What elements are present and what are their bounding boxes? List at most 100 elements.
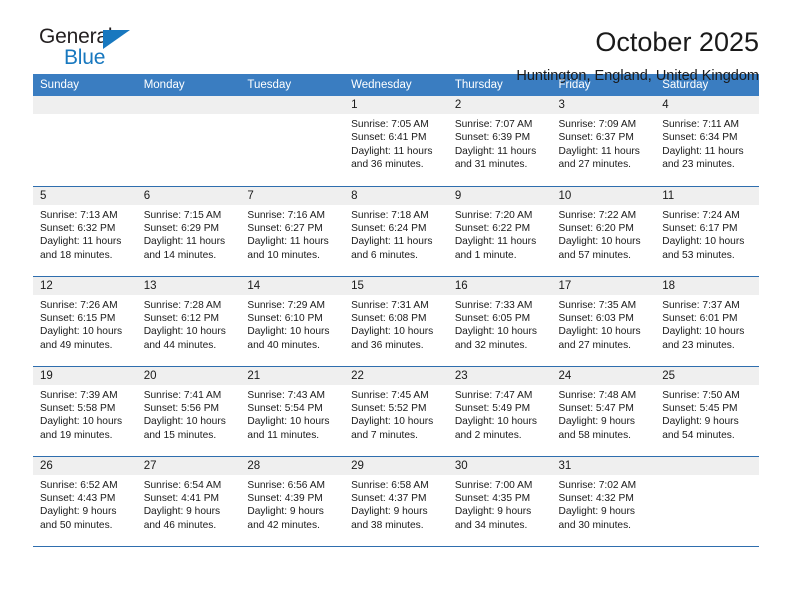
calendar-day-cell[interactable]: 26 Sunrise: 6:52 AM Sunset: 4:43 PM Dayligh… — [33, 455, 137, 546]
day-number: 31 — [551, 456, 656, 475]
sunset-text: Sunset: 6:27 PM — [247, 222, 323, 234]
calendar-day-cell[interactable]: 22 Sunrise: 7:45 AM Sunset: 5:52 PM Dayligh… — [344, 365, 448, 456]
calendar-day-cell[interactable]: 5 Sunrise: 7:13 AM Sunset: 6:32 PM Daylight… — [33, 185, 137, 276]
calendar-day-cell[interactable]: 29 Sunrise: 6:58 AM Sunset: 4:37 PM Dayligh… — [344, 455, 448, 546]
calendar-day-cell[interactable]: 3 Sunrise: 7:09 AM Sunset: 6:37 PM Daylight… — [551, 96, 656, 186]
day-details: Sunrise: 7:28 AM Sunset: 6:12 PM Daylight:… — [137, 295, 241, 353]
sunrise-text: Sunrise: 7:22 AM — [558, 209, 637, 221]
sunset-text: Sunset: 6:12 PM — [143, 312, 220, 324]
sunrise-text: Sunrise: 6:54 AM — [143, 479, 222, 491]
daylight-text: Daylight: 10 hours and 40 minutes. — [247, 326, 330, 351]
sunrise-text: Sunrise: 7:48 AM — [558, 389, 637, 401]
day-number: 6 — [136, 186, 241, 205]
daylight-text: Daylight: 10 hours and 15 minutes. — [143, 416, 226, 441]
daylight-text: Daylight: 9 hours and 50 minutes. — [40, 506, 117, 531]
calendar-page: General Blue October 2025 Huntington, En… — [0, 0, 792, 612]
calendar-day-cell[interactable]: 9 Sunrise: 7:20 AM Sunset: 6:22 PM Daylight… — [447, 185, 552, 276]
calendar-day-cell[interactable]: 21 Sunrise: 7:43 AM Sunset: 5:54 PM Dayligh… — [240, 365, 345, 456]
calendar-day-cell[interactable]: 7 Sunrise: 7:16 AM Sunset: 6:27 PM Daylight… — [240, 185, 345, 276]
calendar-day-cell[interactable]: 28 Sunrise: 6:56 AM Sunset: 4:39 PM Dayligh… — [240, 455, 345, 546]
sunset-text: Sunset: 6:32 PM — [40, 222, 116, 234]
calendar-day-cell[interactable]: 15 Sunrise: 7:31 AM Sunset: 6:08 PM Dayligh… — [344, 275, 448, 366]
sunrise-text: Sunrise: 7:33 AM — [454, 299, 533, 311]
day-number — [655, 456, 759, 475]
day-details: Sunrise: 7:18 AM Sunset: 6:24 PM Daylight:… — [344, 205, 448, 263]
calendar-day-cell[interactable]: 24 Sunrise: 7:48 AM Sunset: 5:47 PM Dayligh… — [551, 365, 656, 456]
daylight-text: Daylight: 10 hours and 53 minutes. — [662, 236, 745, 261]
calendar-day-cell[interactable]: 11 Sunrise: 7:24 AM Sunset: 6:17 PM Dayligh… — [655, 185, 759, 276]
day-details: Sunrise: 7:35 AM Sunset: 6:03 PM Daylight:… — [552, 295, 656, 353]
weekday-header-sunday: Sunday — [33, 74, 137, 96]
sunset-text: Sunset: 6:17 PM — [662, 222, 738, 234]
daylight-text: Daylight: 10 hours and 11 minutes. — [247, 416, 330, 441]
sunrise-text: Sunrise: 7:29 AM — [247, 299, 325, 311]
sunrise-text: Sunrise: 7:02 AM — [558, 479, 637, 491]
day-details: Sunrise: 7:11 AM Sunset: 6:34 PM Daylight:… — [655, 114, 759, 172]
sunset-text: Sunset: 6:34 PM — [662, 132, 738, 144]
day-number: 18 — [655, 276, 759, 295]
sunrise-text: Sunrise: 7:39 AM — [40, 389, 118, 401]
sunset-text: Sunset: 4:35 PM — [454, 492, 531, 504]
day-details: Sunrise: 7:45 AM Sunset: 5:52 PM Daylight:… — [344, 385, 448, 443]
daylight-text: Daylight: 11 hours and 23 minutes. — [662, 145, 744, 171]
day-details: Sunrise: 7:09 AM Sunset: 6:37 PM Daylight:… — [552, 114, 656, 172]
sunset-text: Sunset: 6:37 PM — [558, 132, 634, 144]
day-details: Sunrise: 7:13 AM Sunset: 6:32 PM Daylight:… — [33, 205, 137, 263]
day-number — [33, 96, 137, 114]
day-details: Sunrise: 7:05 AM Sunset: 6:41 PM Daylight:… — [344, 114, 448, 172]
daylight-text: Daylight: 10 hours and 32 minutes. — [454, 326, 537, 351]
calendar-day-cell[interactable]: 10 Sunrise: 7:22 AM Sunset: 6:20 PM Dayligh… — [551, 185, 656, 276]
day-number: 13 — [136, 276, 241, 295]
day-number: 3 — [551, 96, 656, 114]
sunset-text: Sunset: 6:29 PM — [143, 222, 220, 234]
sunset-text: Sunset: 6:03 PM — [558, 312, 634, 324]
calendar-day-cell[interactable]: 18 Sunrise: 7:37 AM Sunset: 6:01 PM Dayligh… — [655, 275, 759, 366]
daylight-text: Daylight: 11 hours and 36 minutes. — [351, 145, 433, 171]
day-number: 17 — [551, 276, 656, 295]
day-details: Sunrise: 7:16 AM Sunset: 6:27 PM Daylight:… — [240, 205, 344, 263]
page-title: October 2025 — [595, 27, 759, 57]
calendar-day-cell[interactable]: 27 Sunrise: 6:54 AM Sunset: 4:41 PM Dayligh… — [136, 455, 241, 546]
day-details: Sunrise: 7:24 AM Sunset: 6:17 PM Daylight:… — [655, 205, 759, 263]
sunrise-text: Sunrise: 7:50 AM — [662, 389, 740, 401]
calendar-day-cell[interactable]: 6 Sunrise: 7:15 AM Sunset: 6:29 PM Daylight… — [136, 185, 241, 276]
calendar-day-cell[interactable]: 16 Sunrise: 7:33 AM Sunset: 6:05 PM Dayligh… — [447, 275, 552, 366]
calendar-day-cell[interactable]: 13 Sunrise: 7:28 AM Sunset: 6:12 PM Dayligh… — [136, 275, 241, 366]
calendar-day-cell[interactable]: 12 Sunrise: 7:26 AM Sunset: 6:15 PM Dayligh… — [33, 275, 137, 366]
calendar-day-cell[interactable]: 20 Sunrise: 7:41 AM Sunset: 5:56 PM Dayligh… — [136, 365, 241, 456]
daylight-text: Daylight: 9 hours and 34 minutes. — [454, 506, 532, 531]
calendar-day-cell[interactable]: 30 Sunrise: 7:00 AM Sunset: 4:35 PM Dayligh… — [447, 455, 552, 546]
calendar-day-cell[interactable]: 4 Sunrise: 7:11 AM Sunset: 6:34 PM Daylight… — [655, 96, 759, 186]
sunset-text: Sunset: 4:43 PM — [40, 492, 116, 504]
calendar-day-cell[interactable]: 1 Sunrise: 7:05 AM Sunset: 6:41 PM Daylight… — [344, 96, 448, 186]
calendar-day-cell[interactable]: 25 Sunrise: 7:50 AM Sunset: 5:45 PM Dayligh… — [655, 365, 759, 456]
calendar-day-cell[interactable]: 8 Sunrise: 7:18 AM Sunset: 6:24 PM Daylight… — [344, 185, 448, 276]
calendar-day-cell[interactable]: 19 Sunrise: 7:39 AM Sunset: 5:58 PM Dayligh… — [33, 365, 137, 456]
calendar-day-cell[interactable]: 23 Sunrise: 7:47 AM Sunset: 5:49 PM Dayligh… — [447, 365, 552, 456]
triangle-icon — [103, 30, 130, 49]
day-number: 5 — [33, 186, 137, 205]
page-header: General Blue October 2025 Huntington, En… — [33, 0, 759, 85]
daylight-text: Daylight: 10 hours and 27 minutes. — [558, 326, 641, 351]
calendar-day-cell[interactable]: 14 Sunrise: 7:29 AM Sunset: 6:10 PM Dayligh… — [240, 275, 345, 366]
day-number: 8 — [344, 186, 448, 205]
day-details: Sunrise: 6:56 AM Sunset: 4:39 PM Daylight:… — [240, 475, 344, 533]
day-number: 28 — [240, 456, 345, 475]
day-number: 16 — [447, 276, 552, 295]
day-details: Sunrise: 7:37 AM Sunset: 6:01 PM Daylight:… — [655, 295, 759, 353]
day-details: Sunrise: 7:02 AM Sunset: 4:32 PM Daylight:… — [552, 475, 656, 533]
calendar-day-cell[interactable]: 2 Sunrise: 7:07 AM Sunset: 6:39 PM Daylight… — [447, 96, 552, 186]
general-blue-logo[interactable]: General Blue — [33, 26, 159, 74]
sunrise-text: Sunrise: 7:09 AM — [558, 119, 637, 130]
day-number — [136, 96, 241, 114]
daylight-text: Daylight: 10 hours and 49 minutes. — [40, 326, 123, 351]
calendar-day-cell[interactable]: 31 Sunrise: 7:02 AM Sunset: 4:32 PM Dayligh… — [551, 455, 656, 546]
calendar-day-cell[interactable]: 17 Sunrise: 7:35 AM Sunset: 6:03 PM Dayligh… — [551, 275, 656, 366]
daylight-text: Daylight: 11 hours and 27 minutes. — [558, 145, 640, 171]
sunset-text: Sunset: 4:32 PM — [558, 492, 634, 504]
day-details: Sunrise: 7:39 AM Sunset: 5:58 PM Daylight:… — [33, 385, 137, 443]
day-number: 25 — [655, 366, 759, 385]
calendar-bottom-rule — [33, 546, 759, 547]
day-number: 21 — [240, 366, 345, 385]
day-number: 19 — [33, 366, 137, 385]
